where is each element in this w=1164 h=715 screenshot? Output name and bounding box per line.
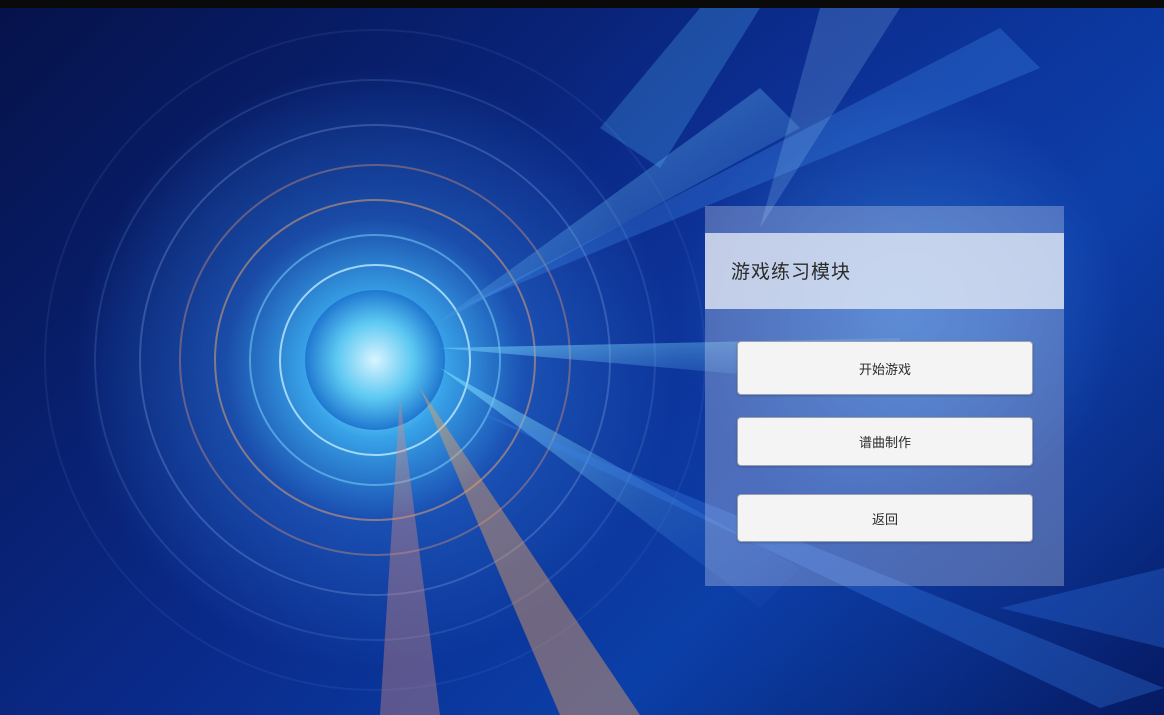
compose-music-button[interactable]: 谱曲制作	[737, 417, 1033, 466]
panel-title: 游戏练习模块	[731, 261, 852, 283]
center-orb	[305, 290, 445, 430]
back-button[interactable]: 返回	[737, 494, 1033, 542]
app-screen: 游戏练习模块 开始游戏 谱曲制作 返回	[0, 0, 1164, 715]
panel-header: 游戏练习模块	[705, 233, 1064, 309]
start-game-button[interactable]: 开始游戏	[737, 341, 1033, 395]
top-bar	[0, 0, 1164, 8]
game-practice-panel: 游戏练习模块 开始游戏 谱曲制作 返回	[705, 206, 1064, 586]
